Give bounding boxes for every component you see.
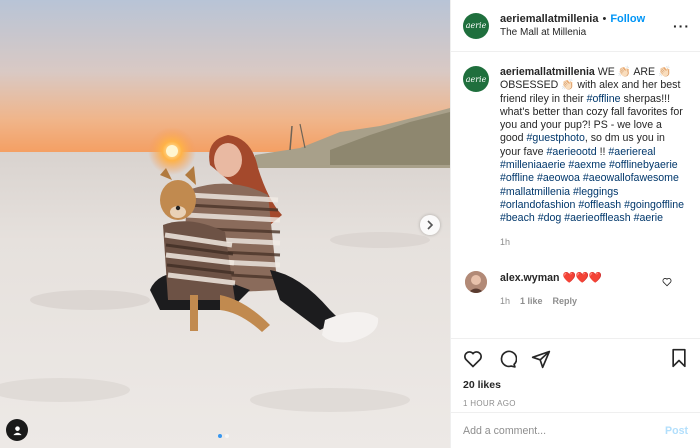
hashtag-link[interactable]: #mallatmillenia [500, 186, 570, 198]
follow-button[interactable]: Follow [610, 12, 645, 26]
hashtag-link[interactable]: #dog [538, 212, 562, 224]
hashtag-link[interactable]: #aerie [634, 212, 663, 224]
comment-item: alex.wyman ❤️❤️❤️ 1h 1 like Reply [463, 270, 688, 308]
like-count[interactable]: 20 likes [463, 379, 688, 391]
commenter-avatar[interactable] [465, 270, 487, 293]
avatar-logo-text: aerie [465, 74, 487, 84]
caption: aerie aeriemallatmillenia WE 👏🏻 ARE 👏🏻 O… [463, 66, 688, 249]
hashtag-link[interactable]: #aerieoffleash [564, 212, 630, 224]
reply-button[interactable]: Reply [553, 294, 578, 308]
heart-icon[interactable] [662, 277, 672, 287]
account-avatar[interactable]: aerie [463, 12, 489, 39]
bookmark-save-icon[interactable] [670, 348, 688, 368]
post-side-panel: aerie aeriemallatmillenia • Follow The M… [450, 0, 700, 448]
hashtag-link[interactable]: #offline [500, 172, 534, 184]
chevron-right-icon [427, 220, 434, 230]
hashtag-link[interactable]: #aeowallofawesome [583, 172, 679, 184]
account-username[interactable]: aeriemallatmillenia [500, 12, 598, 26]
hashtag-link[interactable]: #guestphoto [527, 132, 585, 144]
hashtag-link[interactable]: #goingoffline [624, 199, 684, 211]
comment-composer: Add a comment... Post [451, 412, 700, 448]
hashtag-link[interactable]: #aexme [568, 159, 606, 171]
carousel-dot-active [218, 434, 222, 438]
avatar-logo-text: aerie [465, 21, 487, 30]
hashtag-link[interactable]: #offlinebyaerie [609, 159, 678, 171]
hashtag-link[interactable]: #beach [500, 212, 535, 224]
person-icon [12, 425, 22, 435]
comment-input[interactable]: Add a comment... [463, 425, 665, 437]
post-header: aerie aeriemallatmillenia • Follow The M… [451, 0, 700, 52]
share-paper-plane-icon[interactable] [531, 349, 551, 369]
carousel-dot [225, 434, 229, 438]
caption-username[interactable]: aeriemallatmillenia [500, 66, 595, 78]
post-comment-button[interactable]: Post [665, 425, 688, 437]
hashtag-link[interactable]: #orlandofashion [500, 199, 575, 211]
caption-avatar[interactable]: aerie [463, 66, 489, 92]
user-photo-icon [465, 270, 487, 293]
comments-list[interactable]: aerie aeriemallatmillenia WE 👏🏻 ARE 👏🏻 O… [451, 52, 700, 338]
comment-likes[interactable]: 1 like [520, 294, 543, 308]
comment-timestamp: 1h [500, 295, 511, 306]
hashtag-link[interactable]: #leggings [573, 186, 618, 198]
hashtag-link[interactable]: #aeowoa [537, 172, 580, 184]
separator-dot: • [602, 12, 607, 25]
comment-text: ❤️❤️❤️ [562, 271, 603, 284]
post-image[interactable] [0, 0, 450, 448]
hashtag-link[interactable]: #milleniaaerie [500, 159, 565, 171]
carousel-indicator [218, 434, 229, 438]
hashtag-link[interactable]: #offleash [578, 199, 621, 211]
more-options-icon[interactable]: ··· [673, 18, 690, 34]
next-image-button[interactable] [420, 215, 440, 235]
like-heart-icon[interactable] [463, 349, 483, 369]
hashtag-link[interactable]: #aeriereal [608, 146, 655, 158]
caption-text: !! [599, 145, 606, 158]
hashtag-link[interactable]: #aerieootd [547, 146, 597, 158]
hashtag-link[interactable]: #offline [587, 93, 621, 105]
post-time-ago[interactable]: 1 HOUR AGO [463, 399, 688, 408]
tagged-users-button[interactable] [6, 419, 28, 441]
commenter-username[interactable]: alex.wyman [500, 272, 559, 284]
beach-sunset-photo [0, 0, 450, 448]
comment-bubble-icon[interactable] [497, 349, 517, 369]
post-location[interactable]: The Mall at Millenia [500, 26, 673, 40]
caption-timestamp: 1h [500, 236, 511, 247]
